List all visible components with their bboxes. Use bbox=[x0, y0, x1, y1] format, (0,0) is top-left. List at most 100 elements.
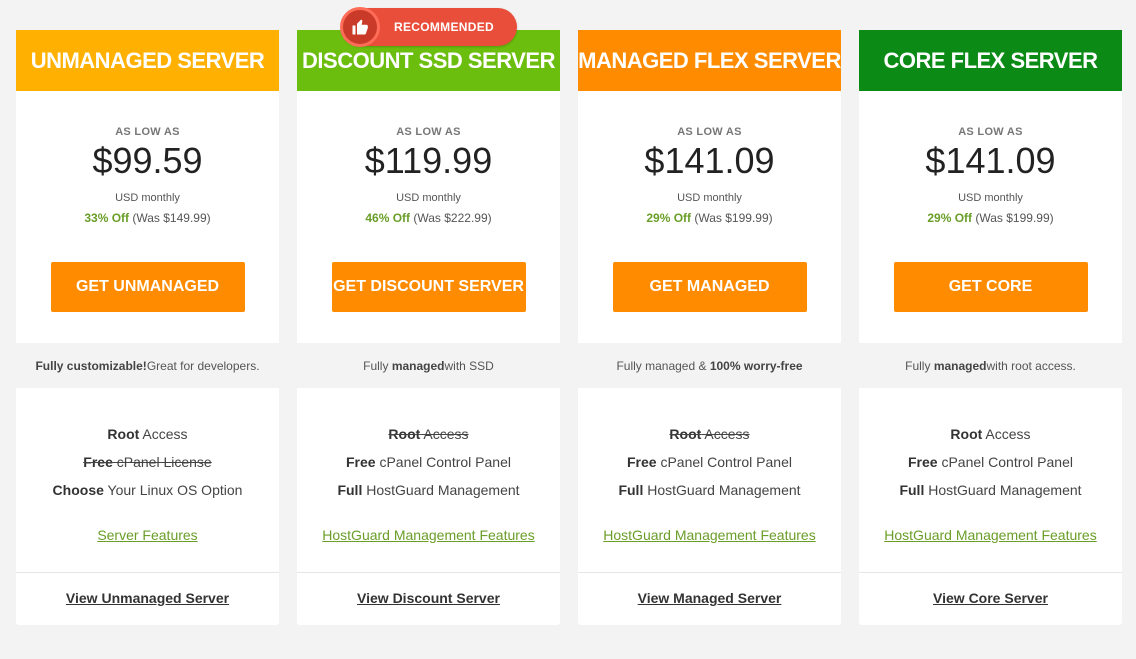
tagline-bold: managed bbox=[391, 358, 445, 373]
hostguard-features-link[interactable]: HostGuard Management Features bbox=[603, 527, 815, 543]
plan-header: CORE FLEX SERVER bbox=[859, 30, 1122, 91]
plan-tagline: Fully managed with SSD bbox=[288, 343, 569, 388]
price: $119.99 bbox=[364, 140, 493, 181]
tagline-text: Great for developers. bbox=[146, 358, 260, 373]
feature-text: cPanel License bbox=[112, 454, 212, 470]
feature-bold: Root bbox=[950, 426, 983, 442]
feature-bold: Free bbox=[346, 454, 376, 470]
tagline-bold: Fully customizable! bbox=[35, 358, 147, 373]
was-price: (Was $149.99) bbox=[132, 211, 211, 225]
feature-item: Root Access bbox=[16, 420, 279, 448]
price: $141.09 bbox=[644, 140, 775, 181]
discount-line: 29% Off (Was $199.99) bbox=[578, 211, 841, 225]
discount-line: 33% Off (Was $149.99) bbox=[16, 211, 279, 225]
recommended-badge: RECOMMENDED bbox=[340, 6, 517, 47]
as-low-as-label: AS LOW AS bbox=[958, 126, 1023, 138]
plan-tagline: Fully managed & 100% worry-free bbox=[569, 343, 850, 388]
price-block: AS LOW AS $141.09 USD monthly 29% Off (W… bbox=[859, 91, 1122, 343]
discount-line: 29% Off (Was $199.99) bbox=[859, 211, 1122, 225]
server-features-link[interactable]: Server Features bbox=[97, 527, 197, 543]
was-price: (Was $199.99) bbox=[975, 211, 1054, 225]
as-low-as-label: AS LOW AS bbox=[396, 126, 461, 138]
discount-percent: 29% Off bbox=[927, 211, 973, 225]
pricing-plans: UNMANAGED SERVER AS LOW AS $99.59 USD mo… bbox=[7, 30, 1131, 625]
billing-period: USD monthly bbox=[396, 192, 461, 204]
feature-text: cPanel Control Panel bbox=[656, 454, 792, 470]
feature-text: HostGuard Management bbox=[924, 482, 1082, 498]
tagline-text: Fully bbox=[363, 358, 389, 373]
tagline-text: Fully bbox=[905, 358, 931, 373]
discount-percent: 46% Off bbox=[365, 211, 411, 225]
tagline-text: with SSD bbox=[444, 358, 494, 373]
was-price: (Was $222.99) bbox=[413, 211, 492, 225]
feature-item: Full HostGuard Management bbox=[578, 476, 841, 504]
feature-text: Access bbox=[139, 426, 188, 442]
feature-bold: Root bbox=[388, 426, 421, 442]
feature-bold: Free bbox=[627, 454, 657, 470]
feature-item: Free cPanel Control Panel bbox=[297, 448, 560, 476]
feature-item: Root Access bbox=[578, 420, 841, 448]
price-block: AS LOW AS $99.59 USD monthly 33% Off (Wa… bbox=[16, 91, 279, 343]
was-price: (Was $199.99) bbox=[694, 211, 773, 225]
feature-text: Access bbox=[420, 426, 469, 442]
view-managed-server-link[interactable]: View Managed Server bbox=[578, 590, 841, 606]
plan-card-managed: MANAGED FLEX SERVER AS LOW AS $141.09 US… bbox=[569, 30, 850, 625]
feature-item: Choose Your Linux OS Option bbox=[16, 476, 279, 504]
price: $141.09 bbox=[925, 140, 1056, 181]
get-core-button[interactable]: GET CORE bbox=[893, 262, 1088, 312]
feature-bold: Free bbox=[908, 454, 938, 470]
thumbs-up-icon bbox=[340, 6, 380, 47]
get-discount-server-button[interactable]: GET DISCOUNT SERVER bbox=[331, 262, 526, 312]
plan-card-core: CORE FLEX SERVER AS LOW AS $141.09 USD m… bbox=[850, 30, 1131, 625]
plan-header: MANAGED FLEX SERVER bbox=[578, 30, 841, 91]
get-managed-button[interactable]: GET MANAGED bbox=[612, 262, 807, 312]
as-low-as-label: AS LOW AS bbox=[677, 126, 742, 138]
feature-bold: Free bbox=[83, 454, 113, 470]
view-discount-server-link[interactable]: View Discount Server bbox=[297, 590, 560, 606]
feature-text: Access bbox=[982, 426, 1031, 442]
plan-tagline: Fully managed with root access. bbox=[850, 343, 1131, 388]
feature-text: cPanel Control Panel bbox=[937, 454, 1073, 470]
discount-line: 46% Off (Was $222.99) bbox=[297, 211, 560, 225]
view-core-server-link[interactable]: View Core Server bbox=[859, 590, 1122, 606]
discount-percent: 33% Off bbox=[84, 211, 130, 225]
plan-card-unmanaged: UNMANAGED SERVER AS LOW AS $99.59 USD mo… bbox=[7, 30, 288, 625]
feature-text: Your Linux OS Option bbox=[103, 482, 243, 498]
recommended-label: RECOMMENDED bbox=[394, 20, 494, 34]
discount-percent: 29% Off bbox=[646, 211, 692, 225]
feature-text: HostGuard Management bbox=[362, 482, 520, 498]
tagline-text: Fully managed & bbox=[616, 358, 707, 373]
feature-list: Root Access Free cPanel Control Panel Fu… bbox=[859, 388, 1122, 573]
billing-period: USD monthly bbox=[115, 192, 180, 204]
tagline-bold: 100% worry-free bbox=[709, 358, 803, 373]
get-unmanaged-button[interactable]: GET UNMANAGED bbox=[50, 262, 245, 312]
as-low-as-label: AS LOW AS bbox=[115, 126, 180, 138]
billing-period: USD monthly bbox=[958, 192, 1023, 204]
hostguard-features-link[interactable]: HostGuard Management Features bbox=[884, 527, 1096, 543]
feature-item: Free cPanel License bbox=[16, 448, 279, 476]
feature-text: Access bbox=[701, 426, 750, 442]
feature-text: HostGuard Management bbox=[643, 482, 801, 498]
tagline-text: with root access. bbox=[986, 358, 1076, 373]
feature-item: Free cPanel Control Panel bbox=[859, 448, 1122, 476]
feature-bold: Full bbox=[618, 482, 644, 498]
feature-item: Root Access bbox=[859, 420, 1122, 448]
feature-item: Root Access bbox=[297, 420, 560, 448]
feature-text: cPanel Control Panel bbox=[375, 454, 511, 470]
feature-item: Full HostGuard Management bbox=[859, 476, 1122, 504]
tagline-bold: managed bbox=[933, 358, 987, 373]
feature-list: Root Access Free cPanel License Choose Y… bbox=[16, 388, 279, 573]
price-block: AS LOW AS $141.09 USD monthly 29% Off (W… bbox=[578, 91, 841, 343]
feature-list: Root Access Free cPanel Control Panel Fu… bbox=[578, 388, 841, 573]
feature-list: Root Access Free cPanel Control Panel Fu… bbox=[297, 388, 560, 573]
feature-bold: Full bbox=[337, 482, 363, 498]
price: $99.59 bbox=[92, 140, 203, 181]
view-unmanaged-server-link[interactable]: View Unmanaged Server bbox=[16, 590, 279, 606]
hostguard-features-link[interactable]: HostGuard Management Features bbox=[322, 527, 534, 543]
plan-tagline: Fully customizable! Great for developers… bbox=[7, 343, 288, 388]
plan-card-discount: DISCOUNT SSD SERVER AS LOW AS $119.99 US… bbox=[288, 30, 569, 625]
billing-period: USD monthly bbox=[677, 192, 742, 204]
feature-bold: Choose bbox=[52, 482, 104, 498]
feature-item: Full HostGuard Management bbox=[297, 476, 560, 504]
feature-bold: Root bbox=[107, 426, 140, 442]
